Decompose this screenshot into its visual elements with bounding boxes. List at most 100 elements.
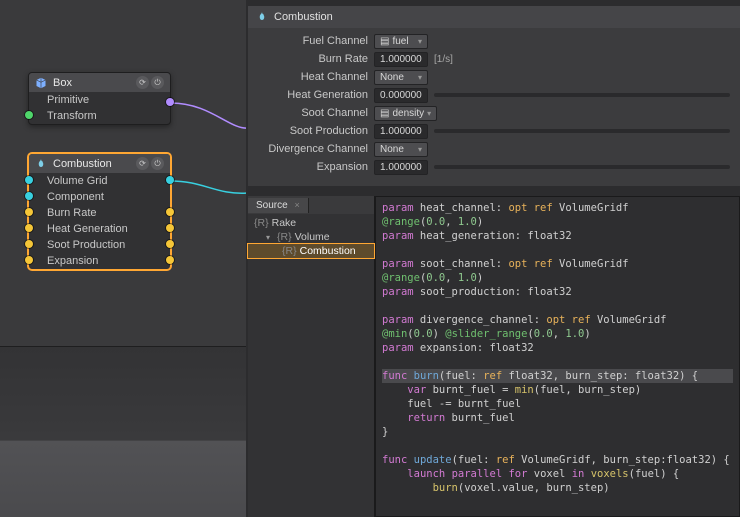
node-row-label: Soot Production — [47, 239, 125, 251]
node-combustion-icons: ⟳ ⏻ — [136, 157, 164, 170]
fuel-channel-dropdown[interactable]: ▤ fuel ▾ — [374, 34, 428, 49]
tree-item-label: Rake — [272, 217, 297, 229]
tree-item-rake[interactable]: {R} Rake — [248, 216, 374, 230]
cube-icon — [35, 77, 47, 89]
prop-label: Heat Channel — [248, 71, 368, 83]
node-row-volume-grid: Volume Grid — [29, 173, 170, 189]
burn-rate-input[interactable]: 1.000000 — [374, 52, 428, 67]
node-row-label: Heat Generation — [47, 223, 128, 235]
flame-icon — [35, 158, 47, 170]
heat-generation-input[interactable]: 0.000000 — [374, 88, 428, 103]
dropdown-value: density — [392, 108, 424, 119]
port-in[interactable] — [25, 256, 33, 264]
chevron-down-icon: ▾ — [418, 73, 422, 82]
port-out[interactable] — [166, 208, 174, 216]
node-graph[interactable]: Box ⟳ ⏻ Primitive Transform Combustion ⟳… — [0, 0, 246, 517]
script-icon: {R} — [282, 245, 297, 257]
channel-icon: ▤ — [380, 108, 389, 119]
prop-unit: [1/s] — [434, 54, 453, 65]
divergence-channel-dropdown[interactable]: None ▾ — [374, 142, 428, 157]
node-box-row-transform: Transform — [29, 108, 170, 124]
prop-soot-channel: Soot Channel ▤ density ▾ — [248, 104, 740, 122]
node-combustion-header[interactable]: Combustion ⟳ ⏻ — [29, 154, 170, 173]
heat-channel-dropdown[interactable]: None ▾ — [374, 70, 428, 85]
port-in[interactable] — [25, 208, 33, 216]
prop-label: Divergence Channel — [248, 143, 368, 155]
port-in[interactable] — [25, 176, 33, 184]
prop-fuel-channel: Fuel Channel ▤ fuel ▾ — [248, 32, 740, 50]
prop-divergence-channel: Divergence Channel None ▾ — [248, 140, 740, 158]
chevron-down-icon: ▾ — [266, 233, 274, 242]
node-row-label: Primitive — [47, 94, 89, 106]
tree-item-label: Volume — [295, 231, 330, 243]
node-combustion-title: Combustion — [53, 158, 130, 170]
outliner-tabbar: Source × — [248, 196, 374, 214]
node-row-label: Expansion — [47, 255, 98, 267]
soot-production-slider[interactable] — [434, 129, 730, 133]
port-out[interactable] — [166, 240, 174, 248]
node-row-heat-generation: Heat Generation — [29, 221, 170, 237]
prop-label: Fuel Channel — [248, 35, 368, 47]
dropdown-value: fuel — [392, 36, 408, 47]
node-combustion[interactable]: Combustion ⟳ ⏻ Volume Grid Component Bur… — [28, 153, 171, 270]
prop-label: Burn Rate — [248, 53, 368, 65]
tab-source[interactable]: Source × — [248, 198, 309, 213]
properties-header: Combustion — [248, 6, 740, 28]
expansion-input[interactable]: 1.000000 — [374, 160, 428, 175]
expansion-slider[interactable] — [434, 165, 730, 169]
properties-title: Combustion — [274, 11, 333, 23]
prop-label: Expansion — [248, 161, 368, 173]
tab-label: Source — [256, 200, 288, 211]
soot-production-input[interactable]: 1.000000 — [374, 124, 428, 139]
tree-item-volume[interactable]: ▾ {R} Volume — [248, 230, 374, 244]
dropdown-value: None — [380, 144, 404, 155]
port-in[interactable] — [25, 111, 33, 119]
viewport[interactable] — [0, 346, 246, 517]
node-box-row-primitive: Primitive — [29, 92, 170, 108]
chevron-down-icon: ▾ — [418, 37, 422, 46]
heat-generation-slider[interactable] — [434, 93, 730, 97]
node-row-label: Transform — [47, 110, 97, 122]
node-row-expansion: Expansion — [29, 253, 170, 269]
node-row-component: Component — [29, 189, 170, 205]
chevron-down-icon: ▾ — [418, 145, 422, 154]
refresh-icon[interactable]: ⟳ — [136, 76, 149, 89]
node-row-label: Burn Rate — [47, 207, 97, 219]
port-out[interactable] — [166, 224, 174, 232]
prop-label: Heat Generation — [248, 89, 368, 101]
tree-item-combustion[interactable]: {R} Combustion — [248, 244, 374, 258]
refresh-icon[interactable]: ⟳ — [136, 157, 149, 170]
port-out[interactable] — [166, 176, 174, 184]
prop-burn-rate: Burn Rate 1.000000 [1/s] — [248, 50, 740, 68]
prop-heat-channel: Heat Channel None ▾ — [248, 68, 740, 86]
tree: {R} Rake ▾ {R} Volume {R} Combustion — [248, 214, 374, 260]
soot-channel-dropdown[interactable]: ▤ density ▾ — [374, 106, 437, 121]
node-box-header[interactable]: Box ⟳ ⏻ — [29, 73, 170, 92]
node-row-soot-production: Soot Production — [29, 237, 170, 253]
properties-panel: Fuel Channel ▤ fuel ▾ Burn Rate 1.000000… — [248, 28, 740, 186]
port-in[interactable] — [25, 192, 33, 200]
prop-heat-generation: Heat Generation 0.000000 — [248, 86, 740, 104]
channel-icon: ▤ — [380, 36, 389, 47]
prop-soot-production: Soot Production 1.000000 — [248, 122, 740, 140]
power-icon[interactable]: ⏻ — [151, 76, 164, 89]
node-row-burn-rate: Burn Rate — [29, 205, 170, 221]
prop-expansion: Expansion 1.000000 — [248, 158, 740, 176]
node-row-label: Component — [47, 191, 104, 203]
source-editor[interactable]: ×param heat_channel: opt ref VolumeGridf… — [375, 196, 740, 517]
dropdown-value: None — [380, 72, 404, 83]
prop-label: Soot Channel — [248, 107, 368, 119]
outliner[interactable]: Source × {R} Rake ▾ {R} Volume {R} Combu… — [248, 196, 375, 517]
node-box-title: Box — [53, 77, 130, 89]
port-in[interactable] — [25, 224, 33, 232]
tree-item-label: Combustion — [300, 245, 356, 257]
script-icon: {R} — [254, 217, 269, 229]
port-out[interactable] — [166, 256, 174, 264]
power-icon[interactable]: ⏻ — [151, 157, 164, 170]
chevron-down-icon: ▾ — [427, 109, 431, 118]
node-row-label: Volume Grid — [47, 175, 108, 187]
port-in[interactable] — [25, 240, 33, 248]
close-icon[interactable]: × — [294, 200, 299, 210]
node-box[interactable]: Box ⟳ ⏻ Primitive Transform — [28, 72, 171, 125]
port-out[interactable] — [166, 98, 174, 106]
